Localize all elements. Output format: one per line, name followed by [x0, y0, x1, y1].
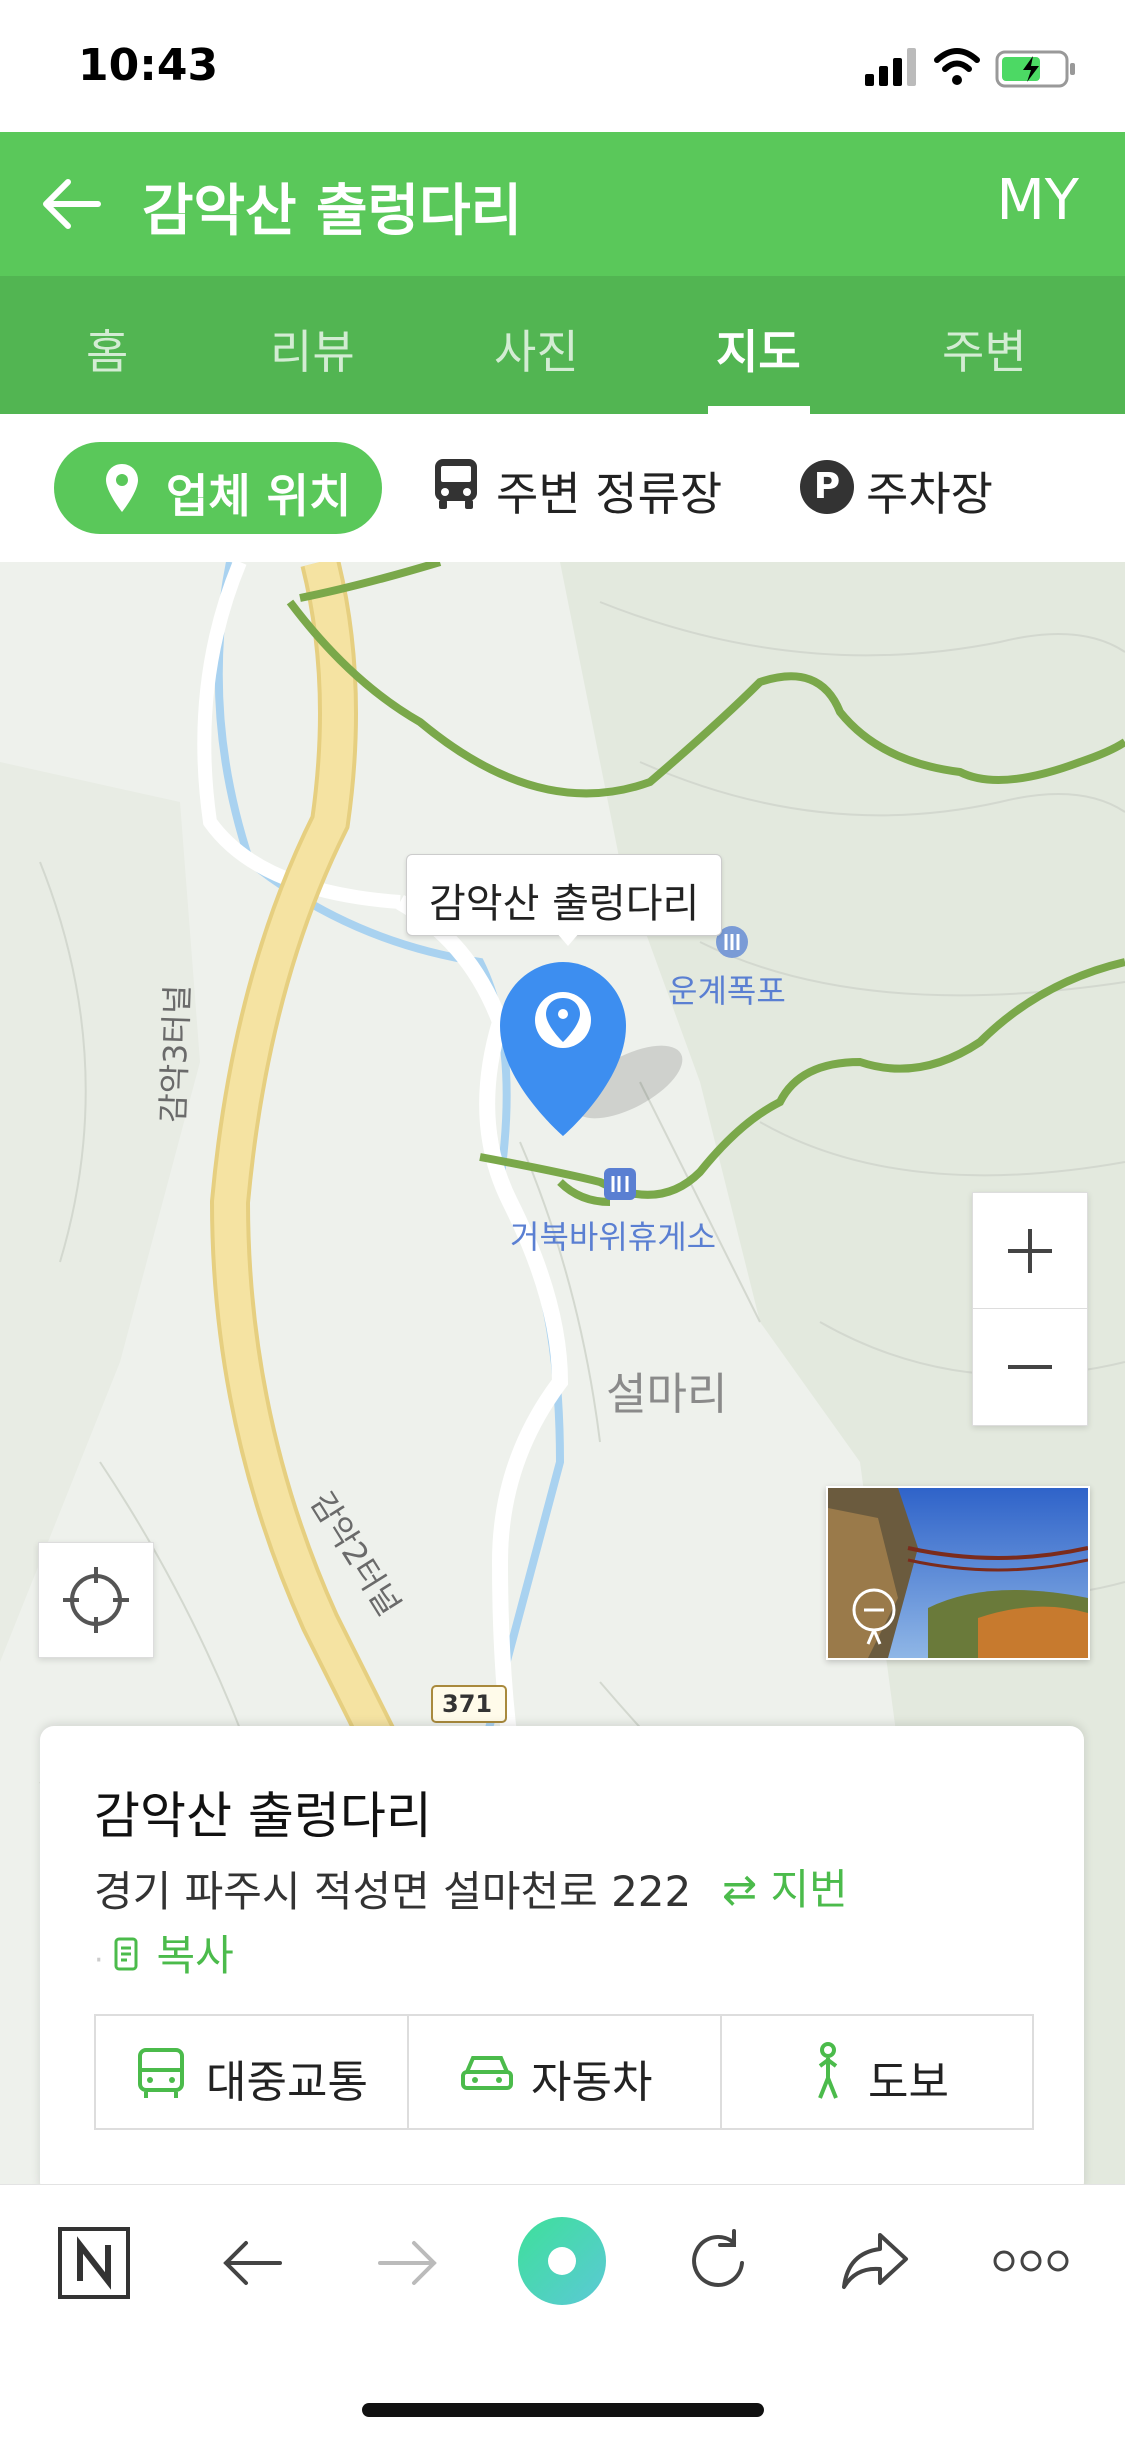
home-indicator — [362, 2403, 764, 2417]
rest-area-poi-icon[interactable] — [604, 1168, 636, 1200]
forward-icon[interactable] — [376, 2233, 440, 2293]
zoom-out-icon[interactable] — [973, 1309, 1087, 1425]
callout-tail — [556, 932, 580, 946]
naver-home-icon[interactable] — [56, 2225, 132, 2301]
car-label: 자동차 — [531, 2057, 653, 2108]
place-name: 감악산 출렁다리 — [94, 1787, 432, 1845]
jibun-label: 지번 — [770, 1865, 848, 1914]
place-info-card[interactable]: 감악산 출렁다리 경기 파주시 적성면 설마천로 222 ⇄ 지번 · 복사 대… — [40, 1726, 1084, 2196]
walk-directions-button[interactable]: 도보 — [722, 2016, 1033, 2128]
more-icon[interactable] — [992, 2247, 1070, 2275]
back-arrow-icon[interactable] — [36, 172, 106, 236]
callout-label: 감악산 출렁다리 — [429, 881, 700, 927]
tab-nearby[interactable]: 주변 — [942, 316, 1027, 382]
bus-icon — [138, 2048, 184, 2098]
business-location-button[interactable]: 업체 위치 — [54, 442, 382, 534]
my-button[interactable]: MY — [996, 168, 1079, 233]
tab-photos[interactable]: 사진 — [494, 316, 579, 382]
battery-icon — [995, 50, 1075, 88]
street-view-photo — [828, 1488, 1088, 1658]
transit-label: 대중교통 — [206, 2057, 368, 2108]
copy-icon — [114, 1937, 138, 1971]
directions-mode-group: 대중교통 자동차 도보 — [94, 2014, 1034, 2130]
waterfall-label: 운계폭포 — [668, 972, 786, 1010]
signal-icon — [865, 48, 916, 86]
street-view-thumbnail[interactable] — [826, 1486, 1090, 1660]
zoom-in-icon[interactable] — [973, 1193, 1087, 1309]
status-time: 10:43 — [78, 40, 219, 91]
parking-button[interactable]: 주차장 — [866, 458, 993, 524]
transit-directions-button[interactable]: 대중교통 — [96, 2016, 407, 2128]
nearby-stops-button[interactable]: 주변 정류장 — [496, 458, 722, 524]
swap-icon: ⇄ — [722, 1865, 771, 1914]
village-label: 설마리 — [606, 1369, 728, 1420]
location-pin-icon — [106, 464, 138, 512]
bullet-dot: · — [94, 1943, 114, 1978]
tab-map[interactable]: 지도 — [716, 316, 801, 382]
map-filter-bar: 업체 위치 주변 정류장 P 주차장 — [0, 414, 1125, 563]
bus-icon[interactable] — [432, 456, 480, 512]
wifi-icon — [934, 48, 980, 85]
tab-reviews[interactable]: 리뷰 — [270, 316, 355, 382]
walk-icon — [818, 2042, 838, 2099]
copy-label: 복사 — [156, 1931, 234, 1980]
car-directions-button[interactable]: 자동차 — [409, 2016, 720, 2128]
parking-badge-letter: P — [813, 466, 841, 507]
header-bar: 감악산 출렁다리 MY — [0, 132, 1125, 276]
browser-toolbar — [0, 2184, 1125, 2437]
crosshair-icon — [63, 1567, 129, 1633]
status-bar: 10:43 — [0, 0, 1125, 132]
parking-icon[interactable]: P — [800, 460, 854, 514]
rest-area-label: 거북바위휴게소 — [510, 1218, 717, 1256]
status-icons — [865, 48, 1075, 88]
place-address: 경기 파주시 적성면 설마천로 222 — [94, 1867, 692, 1916]
active-tab-indicator — [708, 406, 810, 414]
current-location-button[interactable] — [38, 1542, 154, 1658]
tab-bar: 홈 리뷰 사진 지도 주변 — [0, 276, 1125, 414]
tunnel-3-label: 감악3터널 — [153, 984, 197, 1124]
route-number-label: 371 — [442, 1690, 493, 1718]
business-location-label: 업체 위치 — [166, 469, 352, 523]
zoom-controls — [972, 1192, 1088, 1426]
car-icon — [461, 2056, 513, 2090]
tab-home[interactable]: 홈 — [86, 316, 128, 382]
back-icon[interactable] — [220, 2233, 284, 2293]
share-icon[interactable] — [838, 2229, 910, 2295]
copy-address-button[interactable]: · 복사 — [94, 1922, 234, 1983]
place-callout[interactable]: 감악산 출렁다리 — [406, 854, 722, 936]
green-dot-icon[interactable] — [516, 2215, 608, 2307]
reload-icon[interactable] — [684, 2227, 754, 2297]
walk-label: 도보 — [868, 2057, 949, 2108]
page-title: 감악산 출렁다리 — [142, 179, 523, 244]
jibun-toggle[interactable]: ⇄ 지번 — [722, 1856, 848, 1917]
